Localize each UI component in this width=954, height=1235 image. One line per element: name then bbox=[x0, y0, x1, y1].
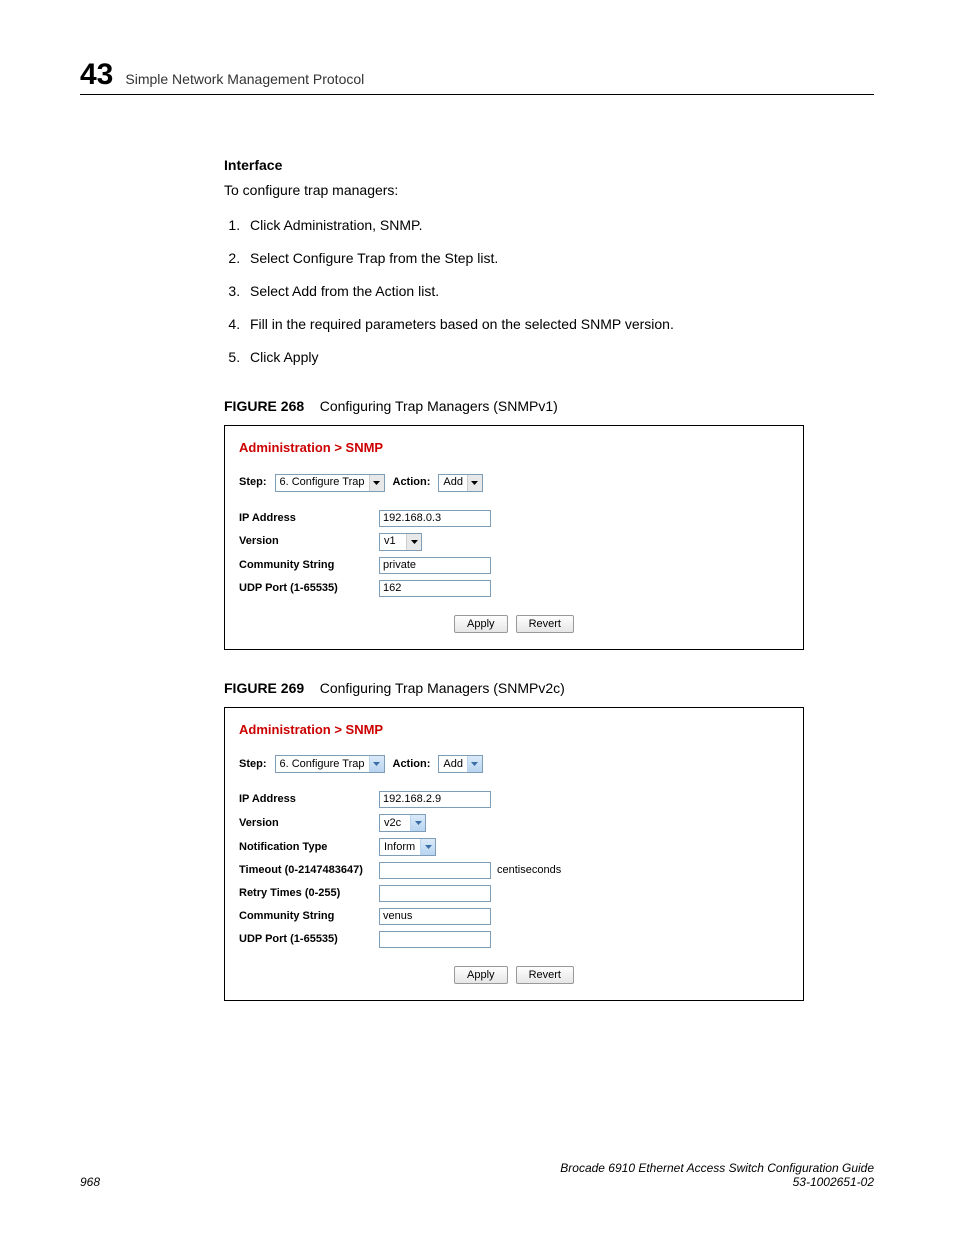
retry-times-input[interactable] bbox=[379, 885, 491, 902]
step-label: Step: bbox=[239, 756, 267, 773]
action-label: Action: bbox=[393, 756, 431, 773]
step-item: Select Configure Trap from the Step list… bbox=[244, 248, 804, 269]
figure-268-panel: Administration > SNMP Step: 6. Configure… bbox=[224, 425, 804, 650]
timeout-label: Timeout (0-2147483647) bbox=[239, 862, 379, 879]
step-value: 6. Configure Trap bbox=[280, 756, 365, 773]
community-string-label: Community String bbox=[239, 908, 379, 925]
timeout-input[interactable] bbox=[379, 862, 491, 879]
version-select[interactable]: v1 bbox=[379, 533, 422, 551]
chevron-down-icon bbox=[467, 475, 482, 491]
step-item: Click Administration, SNMP. bbox=[244, 215, 804, 236]
chapter-title: Simple Network Management Protocol bbox=[125, 71, 364, 87]
action-value: Add bbox=[443, 756, 463, 773]
udp-port-label: UDP Port (1-65535) bbox=[239, 931, 379, 948]
revert-button[interactable]: Revert bbox=[516, 615, 574, 633]
apply-button[interactable]: Apply bbox=[454, 615, 508, 633]
page-number: 968 bbox=[80, 1175, 100, 1189]
version-label: Version bbox=[239, 815, 379, 832]
step-item: Click Apply bbox=[244, 347, 804, 368]
figure-269-panel: Administration > SNMP Step: 6. Configure… bbox=[224, 707, 804, 1002]
ip-address-input[interactable]: 192.168.2.9 bbox=[379, 791, 491, 808]
udp-port-input[interactable]: 162 bbox=[379, 580, 491, 597]
udp-port-input[interactable] bbox=[379, 931, 491, 948]
intro-text: To configure trap managers: bbox=[224, 180, 804, 201]
action-select[interactable]: Add bbox=[438, 474, 483, 492]
breadcrumb: Administration > SNMP bbox=[239, 720, 789, 740]
chevron-down-icon bbox=[410, 815, 425, 831]
step-select[interactable]: 6. Configure Trap bbox=[275, 755, 385, 773]
version-label: Version bbox=[239, 533, 379, 550]
step-select[interactable]: 6. Configure Trap bbox=[275, 474, 385, 492]
figure-caption: Configuring Trap Managers (SNMPv2c) bbox=[320, 680, 565, 696]
footer-doc-id: 53-1002651-02 bbox=[560, 1175, 874, 1189]
udp-port-label: UDP Port (1-65535) bbox=[239, 580, 379, 597]
chevron-down-icon bbox=[420, 839, 435, 855]
breadcrumb: Administration > SNMP bbox=[239, 438, 789, 458]
step-label: Step: bbox=[239, 474, 267, 491]
apply-button[interactable]: Apply bbox=[454, 966, 508, 984]
ip-address-label: IP Address bbox=[239, 791, 379, 808]
version-value: v1 bbox=[384, 533, 402, 550]
community-string-input[interactable]: venus bbox=[379, 908, 491, 925]
community-string-input[interactable]: private bbox=[379, 557, 491, 574]
ip-address-label: IP Address bbox=[239, 510, 379, 527]
page-footer: 968 Brocade 6910 Ethernet Access Switch … bbox=[80, 1161, 874, 1189]
chevron-down-icon bbox=[369, 756, 384, 772]
action-select[interactable]: Add bbox=[438, 755, 483, 773]
chapter-number: 43 bbox=[80, 58, 113, 92]
figure-prefix: FIGURE 269 bbox=[224, 680, 304, 696]
action-value: Add bbox=[443, 474, 463, 491]
community-string-label: Community String bbox=[239, 557, 379, 574]
notification-type-label: Notification Type bbox=[239, 839, 379, 856]
ip-address-input[interactable]: 192.168.0.3 bbox=[379, 510, 491, 527]
version-select[interactable]: v2c bbox=[379, 814, 426, 832]
timeout-suffix: centiseconds bbox=[497, 862, 561, 879]
chevron-down-icon bbox=[406, 534, 421, 550]
chevron-down-icon bbox=[467, 756, 482, 772]
notification-type-select[interactable]: Inform bbox=[379, 838, 436, 856]
figure-268-label: FIGURE 268 Configuring Trap Managers (SN… bbox=[224, 396, 804, 417]
version-value: v2c bbox=[384, 815, 406, 832]
step-item: Select Add from the Action list. bbox=[244, 281, 804, 302]
retry-times-label: Retry Times (0-255) bbox=[239, 885, 379, 902]
figure-269-label: FIGURE 269 Configuring Trap Managers (SN… bbox=[224, 678, 804, 699]
step-item: Fill in the required parameters based on… bbox=[244, 314, 804, 335]
chevron-down-icon bbox=[369, 475, 384, 491]
section-heading: Interface bbox=[224, 155, 804, 176]
steps-list: Click Administration, SNMP. Select Confi… bbox=[224, 215, 804, 368]
action-label: Action: bbox=[393, 474, 431, 491]
footer-title: Brocade 6910 Ethernet Access Switch Conf… bbox=[560, 1161, 874, 1175]
step-value: 6. Configure Trap bbox=[280, 474, 365, 491]
figure-caption: Configuring Trap Managers (SNMPv1) bbox=[320, 398, 558, 414]
page-header: 43 Simple Network Management Protocol bbox=[80, 58, 874, 95]
figure-prefix: FIGURE 268 bbox=[224, 398, 304, 414]
revert-button[interactable]: Revert bbox=[516, 966, 574, 984]
notification-type-value: Inform bbox=[384, 839, 416, 856]
